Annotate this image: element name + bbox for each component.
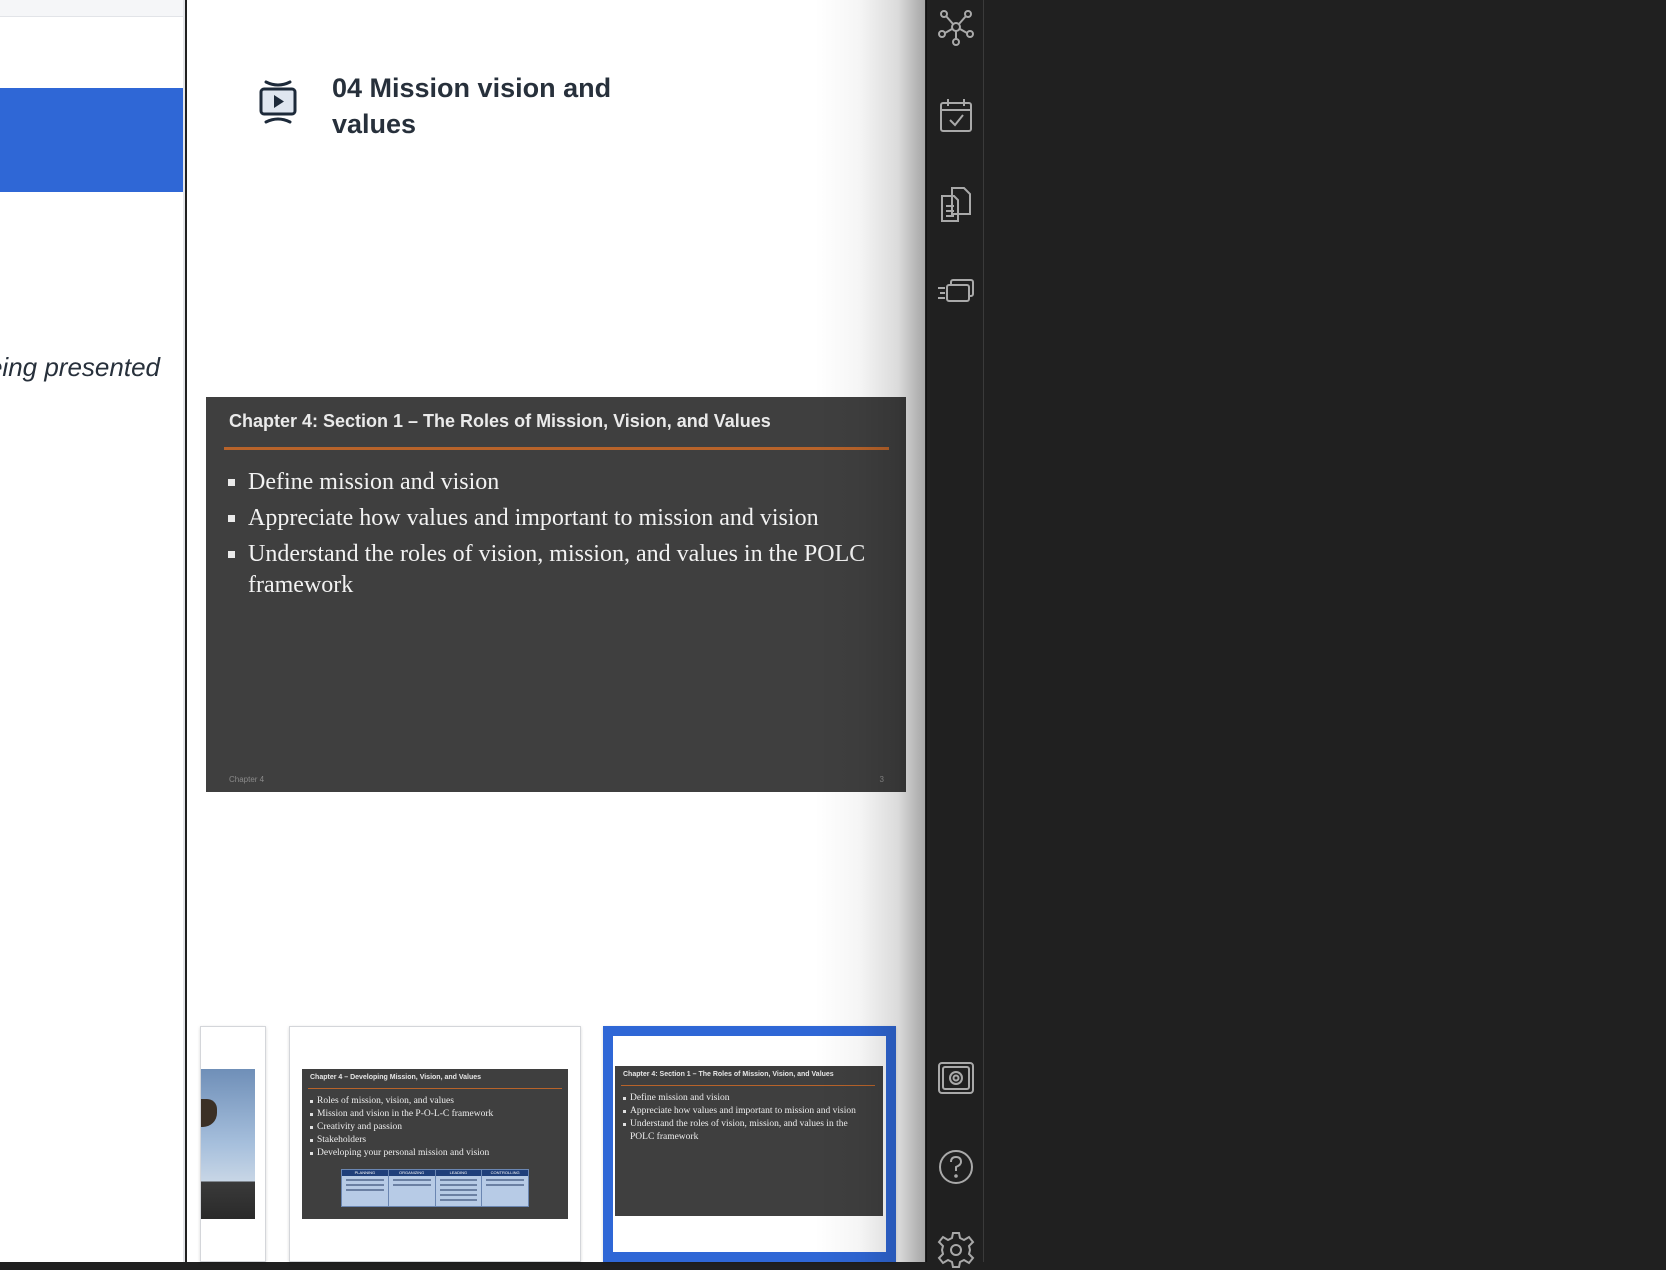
thumbnail-photo [201, 1069, 255, 1219]
lesson-title: 04 Mission vision and values [332, 73, 612, 139]
thumbnail-rule [621, 1085, 875, 1086]
thumbnail-bullet: Roles of mission, vision, and values [310, 1095, 560, 1108]
thumbnail-bullet: Stakeholders [310, 1134, 560, 1147]
presenting-status-text: eing presented [0, 352, 160, 382]
slide-thumbnail[interactable]: Chapter 4 – Developing Mission, Vision, … [289, 1026, 581, 1262]
thumbnail-bullet: Define mission and vision [623, 1092, 873, 1105]
dark-workspace [985, 0, 1666, 1262]
slide-footer: Chapter 4 [229, 775, 265, 784]
thumbnail-rule [308, 1088, 562, 1089]
slide-thumbnail[interactable] [200, 1026, 266, 1262]
polc-column-header: ORGANIZING [388, 1170, 435, 1176]
slide-bullet: Appreciate how values and important to m… [226, 503, 866, 534]
polc-column: LEADING [435, 1170, 483, 1206]
thumbnail-bullet-list: Roles of mission, vision, and values Mis… [310, 1095, 560, 1160]
slide-bullet: Define mission and vision [226, 467, 866, 498]
tool-rail [926, 0, 984, 1268]
active-lesson-item[interactable] [0, 88, 183, 192]
slide-title: Chapter 4: Section 1 – The Roles of Miss… [229, 411, 771, 431]
slide-page-number: 3 [879, 775, 884, 784]
thumbnail-bullet: Understand the roles of vision, mission,… [623, 1118, 873, 1144]
thumbnail-slide: Chapter 4: Section 1 – The Roles of Miss… [615, 1066, 883, 1216]
thumbnail-bullet: Creativity and passion [310, 1121, 560, 1134]
polc-column: CONTROLLING [482, 1170, 528, 1206]
polc-column: ORGANIZING [388, 1170, 436, 1206]
slide-bullet-list: Define mission and vision Appreciate how… [226, 467, 866, 606]
slide-preview: Chapter 4: Section 1 – The Roles of Miss… [206, 397, 906, 792]
thumbnail-title: Chapter 4 – Developing Mission, Vision, … [310, 1074, 482, 1081]
settings-icon[interactable] [936, 1230, 976, 1270]
slide-title-rule [224, 447, 889, 450]
left-panel: eing presented [0, 0, 185, 1262]
thumbnail-bullet: Developing your personal mission and vis… [310, 1147, 560, 1160]
slide-thumbnail-selected[interactable]: Chapter 4: Section 1 – The Roles of Miss… [603, 1026, 896, 1262]
documents-icon[interactable] [936, 184, 976, 224]
video-player-icon [258, 80, 298, 124]
screenshot-icon[interactable] [936, 1058, 976, 1098]
slide-bullet: Understand the roles of vision, mission,… [226, 539, 866, 601]
calendar-check-icon[interactable] [936, 96, 976, 136]
help-icon[interactable] [936, 1147, 976, 1187]
thumbnail-slide: Chapter 4 – Developing Mission, Vision, … [302, 1069, 568, 1219]
left-topbar [0, 0, 183, 17]
polc-column-header: PLANNING [342, 1170, 388, 1176]
polc-column-header: LEADING [435, 1170, 482, 1176]
thumbnail-title: Chapter 4: Section 1 – The Roles of Miss… [623, 1071, 834, 1078]
thumbnail-bullet: Mission and vision in the P-O-L-C framew… [310, 1108, 560, 1121]
flashcards-icon[interactable] [936, 272, 976, 312]
thumbnail-bullet-list: Define mission and vision Appreciate how… [623, 1092, 873, 1144]
polc-table: PLANNING ORGANIZING LEADING CONTROLLING [341, 1169, 529, 1207]
polc-column-header: CONTROLLING [482, 1170, 528, 1176]
thumbnail-bullet: Appreciate how values and important to m… [623, 1105, 873, 1118]
polc-column: PLANNING [342, 1170, 389, 1206]
network-icon[interactable] [936, 7, 976, 47]
